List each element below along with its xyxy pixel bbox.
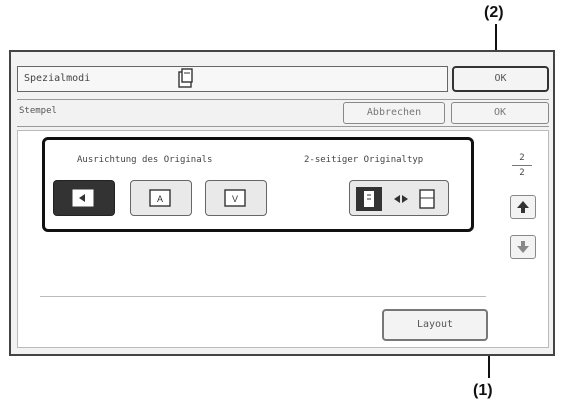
orientation-down-button[interactable]: V xyxy=(205,180,267,216)
top-ok-button[interactable]: OK xyxy=(452,66,549,92)
page-indicator: 2 2 xyxy=(512,153,532,178)
current-page: 2 xyxy=(519,153,525,163)
content-divider xyxy=(40,296,486,297)
scroll-down-button[interactable] xyxy=(510,235,536,259)
duplex-tablet-icon xyxy=(419,189,435,209)
duplex-type-button[interactable] xyxy=(349,180,449,216)
ok-button[interactable]: OK xyxy=(451,102,549,124)
orientation-upright-button[interactable]: A xyxy=(130,180,192,216)
swap-arrow-icon xyxy=(394,195,408,203)
cancel-button[interactable]: Abbrechen xyxy=(343,102,445,124)
sub-bar: Stempel Abbrechen OK xyxy=(17,99,549,127)
document-stack-icon xyxy=(178,68,193,88)
svg-text:V: V xyxy=(232,194,238,204)
callout-2: (2) xyxy=(484,4,504,21)
orientation-upright-icon: A xyxy=(149,189,171,207)
callout-1: (1) xyxy=(473,382,493,399)
layout-button[interactable]: Layout xyxy=(382,309,488,341)
stamp-title: Stempel xyxy=(19,106,57,116)
orientation-down-icon: V xyxy=(224,189,246,207)
highlight-frame: Ausrichtung des Originals 2-seitiger Ori… xyxy=(42,137,474,232)
top-bar: Spezialmodi OK xyxy=(11,66,553,92)
svg-text:A: A xyxy=(157,194,163,204)
arrow-up-icon xyxy=(517,201,529,213)
total-pages: 2 xyxy=(519,168,525,178)
duplex-label: 2-seitiger Originaltyp xyxy=(304,155,424,165)
orientation-left-button[interactable] xyxy=(53,180,115,216)
pager-divider xyxy=(512,165,532,166)
main-content: Ausrichtung des Originals 2-seitiger Ori… xyxy=(17,130,549,348)
mode-title: Spezialmodi xyxy=(17,66,448,92)
orientation-left-icon xyxy=(72,189,94,207)
arrow-down-icon xyxy=(517,241,529,253)
scroll-up-button[interactable] xyxy=(510,195,536,219)
orientation-label: Ausrichtung des Originals xyxy=(77,155,213,165)
duplex-book-icon xyxy=(356,187,382,211)
settings-panel: Spezialmodi OK Stempel Abbrechen OK Ausr… xyxy=(9,50,555,356)
